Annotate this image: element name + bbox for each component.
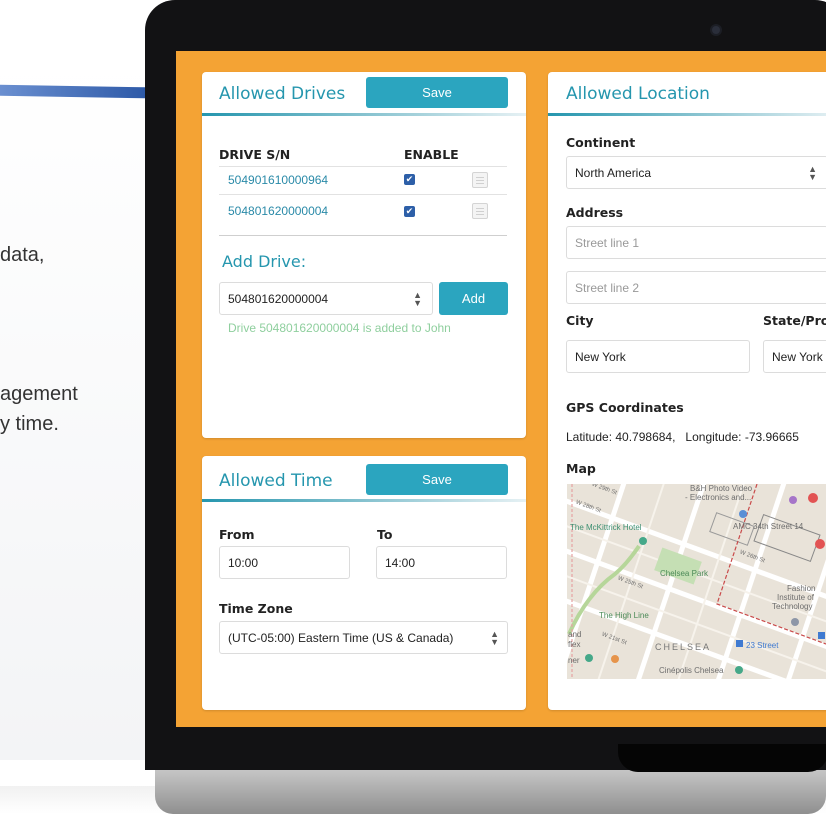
drives-save-button[interactable]: Save	[366, 77, 508, 108]
background-text-line1: data,	[0, 244, 45, 266]
add-drive-title: Add Drive:	[222, 252, 307, 271]
allowed-time-card: Allowed Time Save From 10:00 To 14:00 Ti…	[202, 456, 526, 710]
select-arrows-icon: ▲ ▼	[808, 163, 817, 182]
enable-checkbox-1[interactable]: ✔	[404, 174, 415, 185]
map-label-bh-sub: - Electronics and...	[685, 493, 752, 502]
map-label-chelsea: CHELSEA	[655, 642, 712, 652]
continent-select[interactable]: North America ▲ ▼	[566, 156, 826, 189]
address-label: Address	[566, 205, 624, 220]
table-row-divider	[219, 194, 507, 195]
street-line-2-input[interactable]: Street line 2	[566, 271, 826, 304]
map-label-fashion-2: Institute of	[777, 593, 814, 602]
time-save-button[interactable]: Save	[366, 464, 508, 495]
time-title-rule	[202, 499, 526, 502]
location-title-rule	[548, 113, 826, 116]
select-arrows-icon: ▲ ▼	[413, 289, 422, 308]
to-label: To	[377, 527, 393, 542]
map-label-bh: B&H Photo Video	[690, 484, 753, 493]
background-text-line3: y time.	[0, 413, 59, 435]
drive-link-2[interactable]: 504801620000004	[228, 204, 328, 218]
allowed-time-title: Allowed Time	[219, 471, 333, 491]
continent-value: North America	[575, 165, 652, 180]
background-text-line2: agement	[0, 383, 78, 405]
drive-sn-header: DRIVE S/N	[219, 147, 291, 162]
street-line-1-input[interactable]: Street line 1	[566, 226, 826, 259]
map-label-high-line: The High Line	[599, 611, 649, 620]
gps-label: GPS Coordinates	[566, 400, 684, 415]
allowed-location-title: Allowed Location	[566, 84, 710, 104]
laptop-hinge	[618, 744, 826, 772]
from-time-input[interactable]: 10:00	[219, 546, 350, 579]
map-label-flex: flex	[568, 640, 581, 649]
map-label-fashion-1: Fashion	[787, 584, 816, 593]
add-drive-select[interactable]: 504801620000004 ▲ ▼	[219, 282, 433, 315]
gps-coordinates-value: Latitude: 40.798684, Longitude: -73.9666…	[566, 430, 799, 444]
allowed-drives-card: Allowed Drives Save DRIVE S/N ENABLE 504…	[202, 72, 526, 438]
city-input[interactable]: New York	[566, 340, 750, 373]
city-label: City	[566, 313, 594, 328]
map-label: Map	[566, 461, 596, 476]
map-label-chelsea-park: Chelsea Park	[660, 569, 709, 578]
time-zone-label: Time Zone	[219, 601, 293, 616]
details-icon[interactable]	[472, 203, 488, 219]
details-icon[interactable]	[472, 172, 488, 188]
map-label-23-street: 23 Street	[746, 641, 779, 650]
drive-link-1[interactable]: 504901610000964	[228, 173, 328, 187]
table-bottom-divider	[219, 235, 507, 236]
map-label-mckittrick: The McKittrick Hotel	[570, 523, 642, 532]
continent-label: Continent	[566, 135, 636, 150]
map-label-cinepolis: Cinépolis Chelsea	[659, 666, 724, 675]
drive-added-message: Drive 504801620000004 is added to John	[228, 321, 451, 335]
time-zone-value: (UTC-05:00) Eastern Time (US & Canada)	[228, 630, 454, 645]
map-label-ner: ner	[568, 656, 580, 665]
location-map[interactable]: B&H Photo Video - Electronics and... The…	[567, 484, 826, 679]
state-label: State/Pro	[763, 313, 826, 328]
from-label: From	[219, 527, 255, 542]
table-divider	[219, 166, 507, 167]
allowed-drives-title: Allowed Drives	[219, 84, 346, 104]
add-drive-select-value: 504801620000004	[228, 291, 329, 306]
to-time-input[interactable]: 14:00	[376, 546, 507, 579]
map-label-and: and	[568, 630, 582, 639]
map-label-amc: AMC 34th Street 14	[733, 522, 804, 531]
time-zone-select[interactable]: (UTC-05:00) Eastern Time (US & Canada) ▲…	[219, 621, 508, 654]
camera-icon	[712, 26, 720, 34]
enable-checkbox-2[interactable]: ✔	[404, 206, 415, 217]
add-drive-button[interactable]: Add	[439, 282, 508, 315]
drives-title-rule	[202, 113, 526, 116]
enable-header: ENABLE	[404, 147, 459, 162]
map-label-fashion-3: Technology	[772, 602, 813, 611]
select-arrows-icon: ▲ ▼	[490, 628, 499, 647]
state-input[interactable]: New York	[763, 340, 826, 373]
